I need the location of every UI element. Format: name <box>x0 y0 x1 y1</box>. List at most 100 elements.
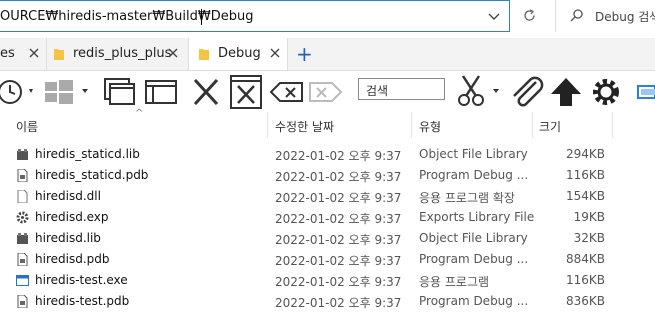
windows-button[interactable] <box>42 72 92 112</box>
file-modified: 2022-01-02 오후 9:37 <box>275 212 402 226</box>
folder-icon <box>54 49 64 60</box>
library-icon <box>17 149 28 160</box>
delete-forward-button <box>308 72 344 112</box>
file-name: hiredis_staticd.pdb <box>35 168 149 182</box>
clock-icon <box>0 80 33 104</box>
column-divider[interactable] <box>532 112 533 138</box>
file-name: hiredisd.pdb <box>35 252 110 266</box>
file-modified: 2022-01-02 오후 9:37 <box>275 149 402 163</box>
column-divider[interactable] <box>267 112 268 138</box>
paperclip-icon <box>513 76 544 107</box>
file-type: Program Debug ... <box>419 168 529 182</box>
file-name: hiredis-test.exe <box>35 273 128 287</box>
gear-icon <box>593 79 619 105</box>
tab-debug[interactable]: Debug <box>188 38 288 70</box>
file-row[interactable]: hiredis_staticd.pdb 2022-01-02 오후 9:37 P… <box>0 165 655 186</box>
tab-bar: es redis_plus_plus Debug <box>0 38 655 71</box>
file-row[interactable]: hiredis_staticd.lib 2022-01-02 오후 9:37 O… <box>0 144 655 165</box>
file-row[interactable]: hiredis-test.exe 2022-01-02 오후 9:37 응용 프… <box>0 270 655 291</box>
file-name: hiredisd.exp <box>35 210 109 224</box>
file-size: 32KB <box>573 231 605 245</box>
delete-forward-icon <box>309 82 343 102</box>
search-box[interactable]: Debug 검색 <box>555 0 655 32</box>
file-modified: 2022-01-02 오후 9:37 <box>275 296 402 310</box>
pane-button[interactable] <box>142 72 180 112</box>
file-size: 19KB <box>573 210 605 224</box>
column-header-type[interactable]: 유형 <box>419 118 441 135</box>
cut-button[interactable] <box>455 72 505 112</box>
upload-button[interactable] <box>548 72 584 112</box>
tab-es[interactable]: es <box>0 38 46 70</box>
attach-button[interactable] <box>508 72 544 112</box>
file-row[interactable]: hiredisd.exp 2022-01-02 오후 9:37 Exports … <box>0 207 655 228</box>
sort-indicator-icon: ^ <box>135 108 144 119</box>
refresh-button[interactable] <box>514 0 544 32</box>
backspace-icon <box>269 82 303 102</box>
tab-redis-plus-plus[interactable]: redis_plus_plus <box>46 38 188 70</box>
file-name: hiredis_staticd.lib <box>35 147 140 161</box>
column-header-modified[interactable]: 수정한 날짜 <box>275 118 334 135</box>
pdb-icon <box>17 169 28 182</box>
x-icon <box>193 78 219 106</box>
windows-logo-icon <box>45 80 88 104</box>
dll-icon <box>17 190 28 203</box>
pdb-icon <box>17 253 28 266</box>
column-header-size[interactable]: 크기 <box>539 118 561 135</box>
tab-label: redis_plus_plus <box>73 46 172 61</box>
pdb-icon <box>17 295 28 308</box>
close-window-button[interactable] <box>228 72 264 112</box>
file-row[interactable]: hiredisd.lib 2022-01-02 오후 9:37 Object F… <box>0 228 655 249</box>
file-row[interactable]: hiredisd.dll 2022-01-02 오후 9:37 응용 프로그램 … <box>0 186 655 207</box>
exp-icon <box>16 211 29 224</box>
file-type: Program Debug ... <box>419 252 529 266</box>
refresh-icon <box>524 9 535 21</box>
exe-icon <box>16 275 29 286</box>
search-input[interactable]: Debug 검색 <box>595 8 655 25</box>
search-icon <box>570 9 583 22</box>
tab-label: es <box>0 46 15 61</box>
file-modified: 2022-01-02 오후 9:37 <box>275 191 402 205</box>
scissors-icon <box>458 75 499 106</box>
tab-label: Debug <box>218 46 261 61</box>
address-path[interactable]: OURCE₩hiredis-master₩Build₩Debug <box>0 9 253 24</box>
file-modified: 2022-01-02 오후 9:37 <box>275 170 402 184</box>
text-caret <box>201 9 202 25</box>
file-type: 응용 프로그램 <box>419 275 490 289</box>
view-button[interactable] <box>636 72 655 112</box>
close-icon[interactable] <box>28 47 40 59</box>
file-type: Program Debug ... <box>419 294 529 308</box>
file-name: hiredis-test.pdb <box>35 294 130 308</box>
column-divider[interactable] <box>612 112 613 138</box>
file-row[interactable]: hiredis-test.pdb 2022-01-02 오후 9:37 Prog… <box>0 291 655 312</box>
file-modified: 2022-01-02 오후 9:37 <box>275 254 402 268</box>
delete-button[interactable] <box>190 72 224 112</box>
file-type: 응용 프로그램 확장 <box>419 191 515 205</box>
arrow-up-icon <box>551 78 581 106</box>
close-icon[interactable] <box>167 47 179 59</box>
toolbar-search-input[interactable]: 검색 <box>358 78 445 100</box>
file-type: Exports Library File <box>419 210 535 224</box>
file-name: hiredisd.dll <box>35 189 101 203</box>
address-bar[interactable]: OURCE₩hiredis-master₩Build₩Debug <box>0 0 510 32</box>
file-size: 884KB <box>565 252 605 266</box>
new-tab-button[interactable]: + <box>296 44 313 64</box>
chevron-down-icon[interactable] <box>487 9 501 23</box>
backspace-button[interactable] <box>268 72 306 112</box>
file-row[interactable]: hiredisd.pdb 2022-01-02 오후 9:37 Program … <box>0 249 655 270</box>
library-icon <box>17 233 28 244</box>
column-divider[interactable] <box>411 112 412 138</box>
column-header-name[interactable]: 이름 <box>16 118 38 135</box>
history-button[interactable] <box>0 72 36 112</box>
file-size: 294KB <box>565 147 605 161</box>
file-name: hiredisd.lib <box>35 231 101 245</box>
file-type: Object File Library <box>419 231 528 245</box>
window-close-icon <box>230 75 262 109</box>
close-icon[interactable] <box>269 47 281 59</box>
settings-button[interactable] <box>588 72 624 112</box>
new-window-button[interactable] <box>102 72 138 112</box>
windows-stack-icon <box>104 78 135 105</box>
file-size: 116KB <box>565 273 605 287</box>
file-modified: 2022-01-02 오후 9:37 <box>275 233 402 247</box>
folder-icon <box>199 49 209 60</box>
file-modified: 2022-01-02 오후 9:37 <box>275 275 402 289</box>
